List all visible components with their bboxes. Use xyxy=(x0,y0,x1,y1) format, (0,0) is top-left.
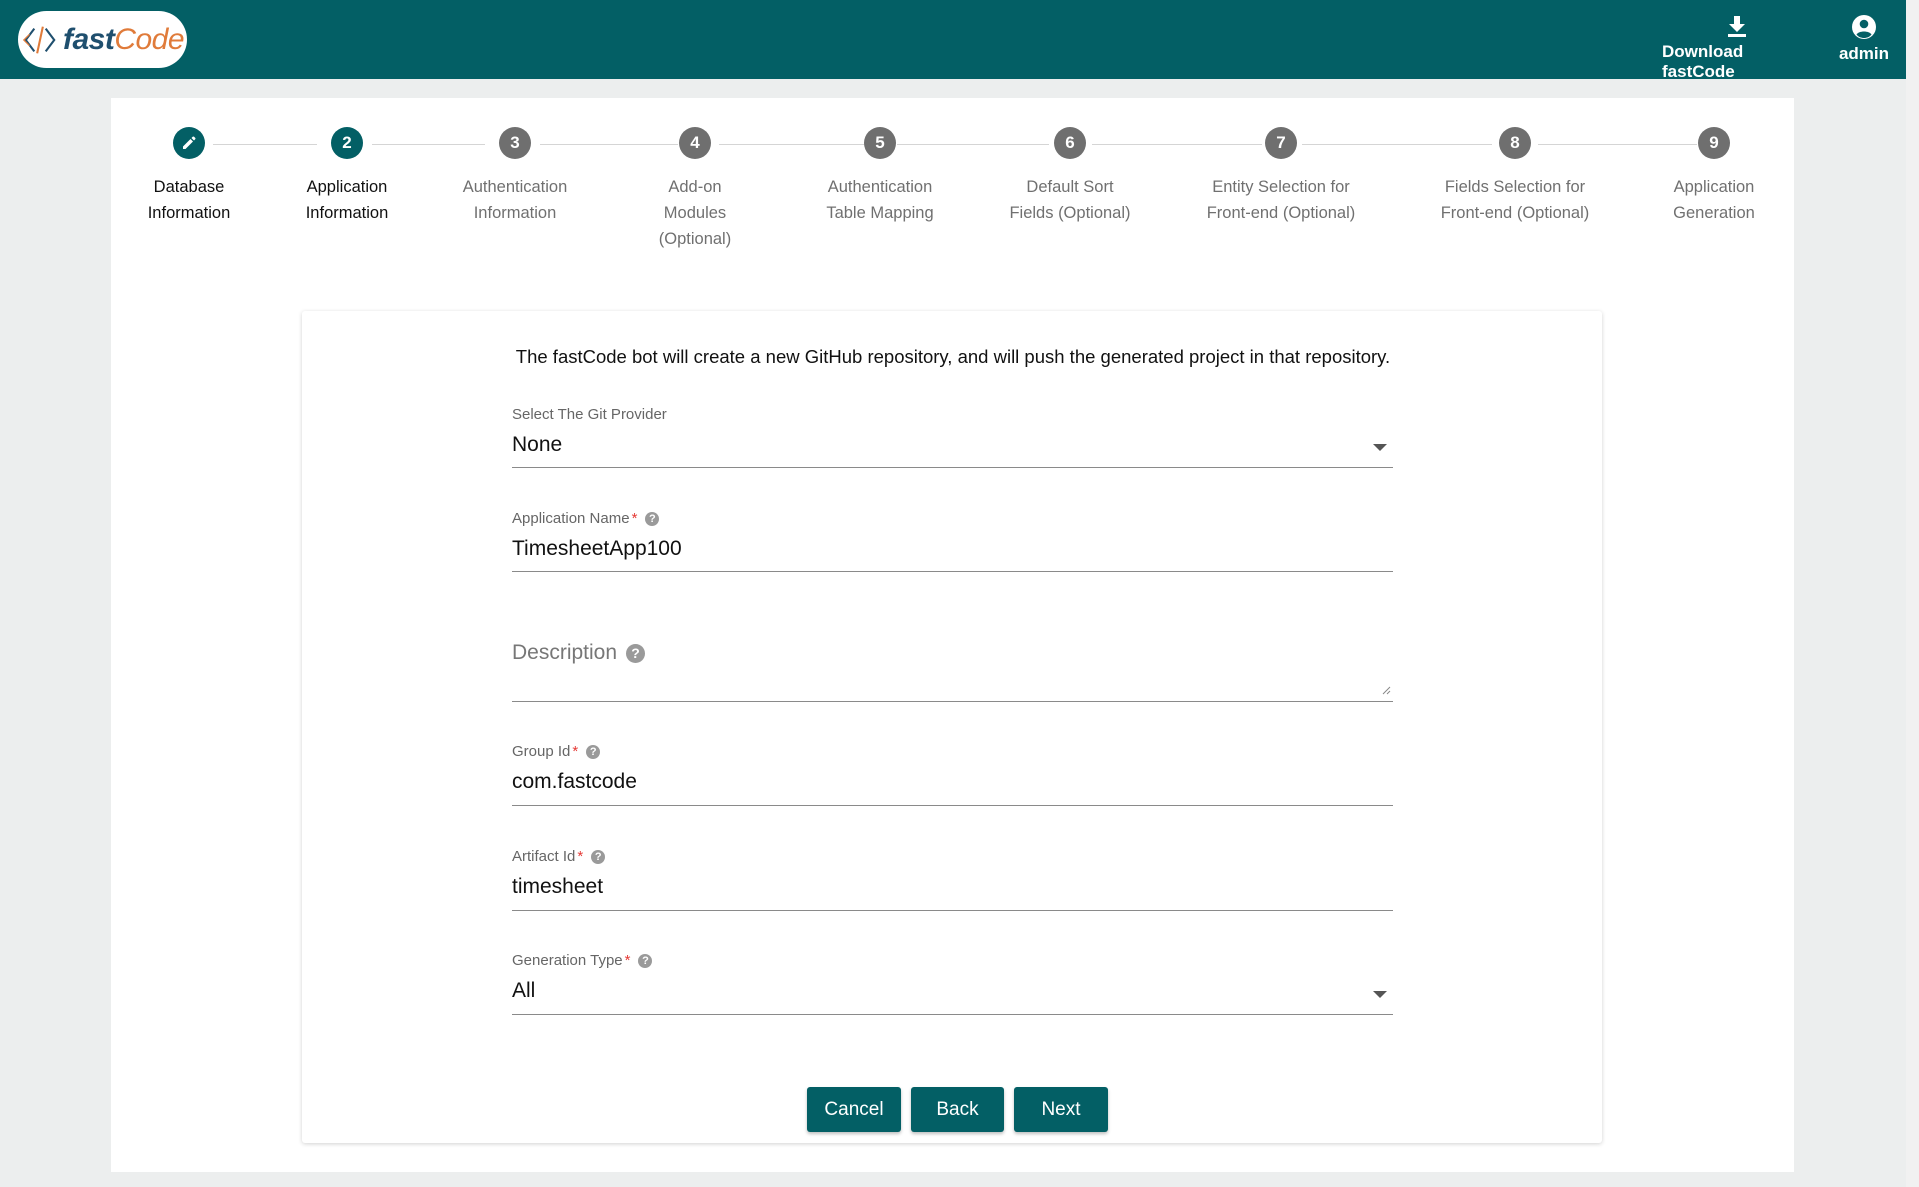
generation-type-value: All xyxy=(512,979,536,1002)
git-provider-value: None xyxy=(512,433,563,456)
fastcode-logo[interactable]: fastCode xyxy=(18,11,187,68)
artifact-id-field[interactable]: Artifact Id *? timesheet xyxy=(512,848,1393,911)
help-circle-icon[interactable]: ? xyxy=(591,849,606,864)
help-circle-icon[interactable]: ? xyxy=(638,953,653,968)
step-label: Authentication Information xyxy=(462,178,568,222)
artifact-id-label-text: Artifact Id xyxy=(512,848,576,865)
back-button[interactable]: Back xyxy=(911,1087,1004,1132)
step-number: 7 xyxy=(1265,127,1297,159)
step-label: Entity Selection for Front-end (Optional… xyxy=(1206,178,1356,222)
intro-text: The fastCode bot will create a new GitHu… xyxy=(515,346,1391,367)
step-application-information[interactable]: 2 Application Information xyxy=(252,127,442,226)
step-circle xyxy=(173,127,205,159)
step-label: Database Information xyxy=(147,178,231,222)
step-number: 2 xyxy=(331,127,363,159)
step-entity-selection[interactable]: 7 Entity Selection for Front-end (Option… xyxy=(1186,127,1376,226)
step-number: 9 xyxy=(1698,127,1730,159)
required-marker: * xyxy=(624,952,631,969)
generation-type-label: Generation Type *? xyxy=(512,952,1393,969)
git-provider-label: Select The Git Provider xyxy=(512,406,667,423)
pencil-icon xyxy=(183,136,196,149)
required-marker: * xyxy=(572,743,579,760)
step-number: 3 xyxy=(499,127,531,159)
top-app-bar: fastCode Download fastCode admin xyxy=(0,0,1906,82)
caret-down-icon xyxy=(1373,991,1387,998)
application-name-field[interactable]: Application Name *? TimesheetApp100 xyxy=(512,510,1393,572)
download-icon xyxy=(1728,16,1746,37)
artifact-id-label: Artifact Id *? xyxy=(512,848,1393,865)
step-label: Fields Selection for Front-end (Optional… xyxy=(1440,178,1590,222)
group-id-label-text: Group Id xyxy=(512,743,571,760)
application-name-label: Application Name *? xyxy=(512,510,1393,527)
required-marker: * xyxy=(577,848,584,865)
logo-text-fast: fast xyxy=(62,22,115,56)
logo-text: fastCode xyxy=(62,22,185,57)
step-authentication-information[interactable]: 3 Authentication Information xyxy=(420,127,610,226)
step-application-generation[interactable]: 9 Application Generation xyxy=(1619,127,1809,226)
caret-down-icon xyxy=(1373,444,1387,451)
generation-type-label-text: Generation Type xyxy=(512,952,623,969)
step-default-sort-fields[interactable]: 6 Default Sort Fields (Optional) xyxy=(975,127,1165,226)
generation-type-select[interactable]: Generation Type *? All xyxy=(512,952,1393,1015)
step-add-on-modules[interactable]: 4 Add-on Modules (Optional) xyxy=(600,127,790,252)
help-circle-icon[interactable]: ? xyxy=(645,511,660,526)
description-field[interactable]: Description? xyxy=(512,641,1393,702)
download-fastcode-button[interactable]: Download fastCode xyxy=(1662,14,1812,82)
help-circle-icon[interactable]: ? xyxy=(626,643,646,663)
group-id-label: Group Id *? xyxy=(512,743,1393,760)
group-id-field[interactable]: Group Id *? com.fastcode xyxy=(512,743,1393,806)
code-brackets-icon xyxy=(22,25,56,54)
step-label: Application Information xyxy=(305,178,389,222)
step-authentication-table-mapping[interactable]: 5 Authentication Table Mapping xyxy=(785,127,975,226)
step-label: Default Sort Fields (Optional) xyxy=(1009,178,1131,222)
step-label: Application Generation xyxy=(1673,178,1755,222)
step-label: Add-on Modules (Optional) xyxy=(658,178,732,248)
step-number: 6 xyxy=(1054,127,1086,159)
group-id-value: com.fastcode xyxy=(512,770,637,793)
step-number: 5 xyxy=(864,127,896,159)
cancel-button[interactable]: Cancel xyxy=(807,1087,901,1132)
logo-text-code: Code xyxy=(114,22,185,56)
download-label: Download fastCode xyxy=(1662,42,1744,81)
step-number: 4 xyxy=(679,127,711,159)
step-label: Authentication Table Mapping xyxy=(826,178,934,222)
help-circle-icon[interactable]: ? xyxy=(586,744,601,759)
artifact-id-value: timesheet xyxy=(512,875,604,898)
user-menu-button[interactable]: admin xyxy=(1830,14,1898,64)
application-name-label-text: Application Name xyxy=(512,510,630,527)
description-value xyxy=(512,675,1393,705)
step-number: 8 xyxy=(1499,127,1531,159)
page-scrollbar[interactable] xyxy=(1906,0,1919,1187)
account-circle-icon xyxy=(1852,15,1876,39)
required-marker: * xyxy=(631,510,638,527)
application-name-value: TimesheetApp100 xyxy=(512,537,682,560)
user-label: admin xyxy=(1838,44,1890,63)
git-provider-select[interactable]: Select The Git Provider None xyxy=(512,406,1393,468)
resize-grip-icon[interactable] xyxy=(1381,685,1391,695)
description-label-text: Description xyxy=(512,641,618,664)
description-label: Description? xyxy=(512,641,1393,665)
step-fields-selection[interactable]: 8 Fields Selection for Front-end (Option… xyxy=(1420,127,1610,226)
next-button[interactable]: Next xyxy=(1014,1087,1108,1132)
